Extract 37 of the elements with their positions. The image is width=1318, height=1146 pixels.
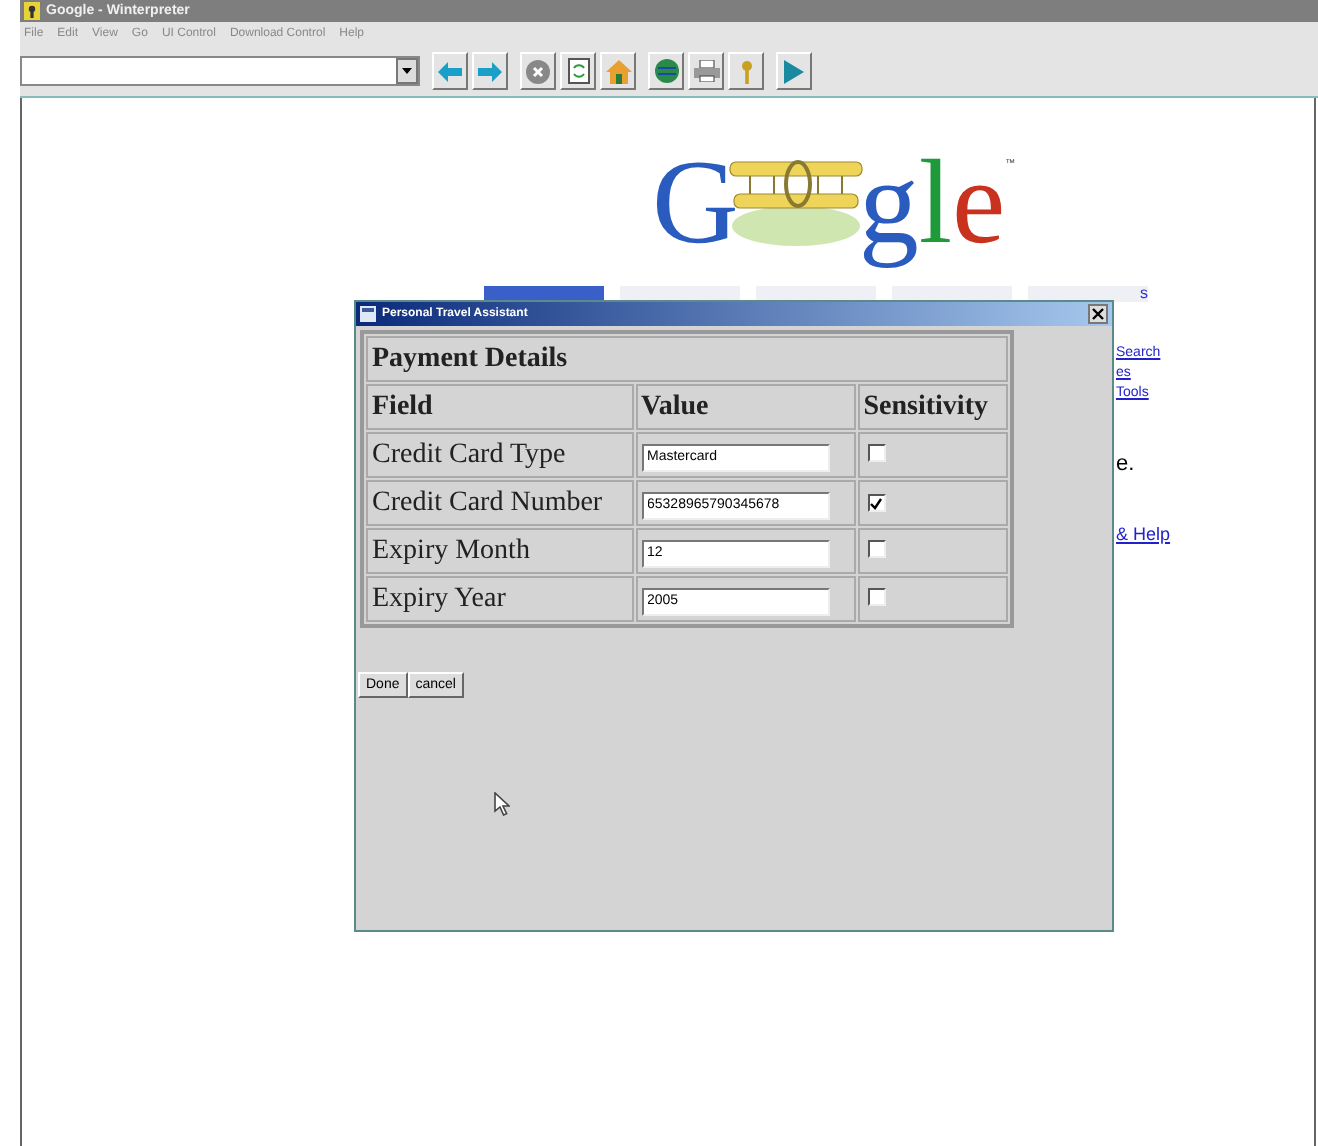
globe-icon[interactable] <box>648 52 684 90</box>
column-header: Sensitivity <box>857 384 1008 430</box>
link[interactable]: & Help <box>1116 524 1171 544</box>
cursor-icon <box>494 792 510 816</box>
right-arrow-icon <box>478 61 502 81</box>
refresh-button[interactable] <box>560 52 596 90</box>
checkbox[interactable] <box>867 587 886 605</box>
logo-letter: l <box>918 142 953 262</box>
close-button[interactable] <box>1088 304 1108 324</box>
play-icon <box>784 59 804 83</box>
app-icon <box>360 306 376 322</box>
app-icon <box>24 2 40 20</box>
logo-letter: G <box>652 142 739 262</box>
forward-button[interactable] <box>472 52 508 90</box>
column-header: Field <box>366 384 633 430</box>
left-arrow-icon <box>438 61 462 81</box>
table-cell: Credit Card Number <box>366 480 633 526</box>
print-button[interactable] <box>688 52 724 90</box>
dropdown-button[interactable] <box>396 58 418 84</box>
stop-button[interactable] <box>520 52 556 90</box>
table-cell: Credit Card Type <box>366 432 633 478</box>
table-cell: Expiry Month <box>366 528 633 574</box>
address-field[interactable] <box>20 56 420 86</box>
home-button[interactable] <box>600 52 636 90</box>
caret-icon <box>402 67 412 75</box>
key-icon[interactable] <box>728 52 764 90</box>
column-header: Value <box>635 384 856 430</box>
checkbox[interactable] <box>867 539 886 557</box>
checkbox[interactable] <box>867 443 886 461</box>
table-heading: Payment Details <box>366 336 1008 382</box>
text: e. <box>1116 452 1137 476</box>
table-cell: Expiry Year <box>366 576 633 622</box>
back-button[interactable] <box>432 52 468 90</box>
tab[interactable]: s <box>1028 286 1148 302</box>
logo-letter: e <box>952 142 1006 262</box>
checkbox[interactable] <box>867 494 886 512</box>
play-button[interactable] <box>776 52 812 90</box>
